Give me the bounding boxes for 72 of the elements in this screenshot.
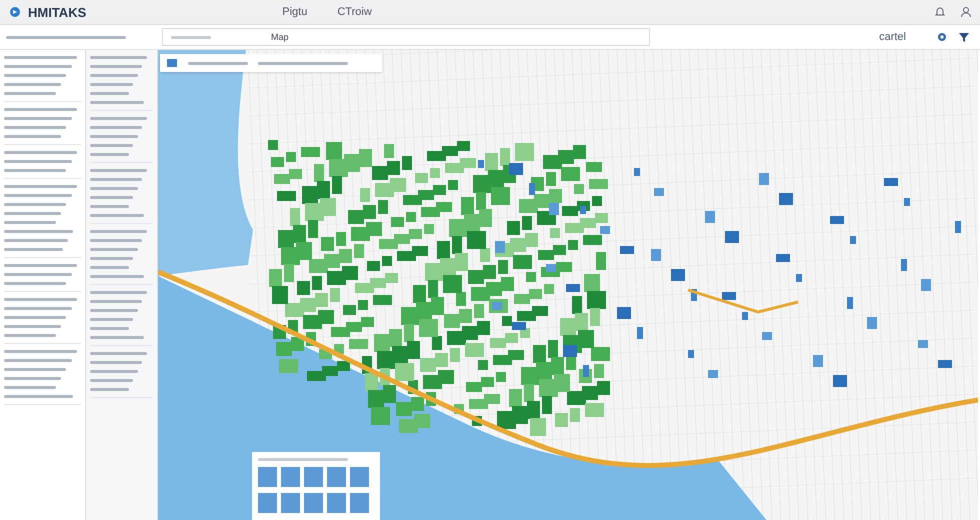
blurred-text-line: [4, 212, 61, 215]
blurred-text-line: [4, 377, 61, 380]
search-field[interactable]: Map: [162, 28, 650, 46]
blurred-text-line: [90, 135, 138, 138]
blurred-text-line: [90, 352, 147, 355]
blurred-text-line: [90, 74, 138, 77]
blurred-text-line: [90, 300, 142, 303]
blurred-text-line: [90, 291, 147, 294]
blurred-text-line: [4, 194, 72, 197]
logo-icon: [8, 5, 22, 19]
blurred-text-line: [4, 65, 72, 68]
blurred-text-line: [90, 83, 134, 86]
blurred-text-line: [4, 334, 56, 337]
blurred-text-line: [90, 169, 147, 172]
blurred-text-line: [4, 248, 63, 251]
blurred-text-line: [90, 275, 144, 278]
blurred-text-line: [90, 239, 142, 242]
blurred-text-line: [4, 395, 74, 398]
blurred-text-line: [4, 160, 72, 163]
blurred-text-line: [4, 386, 56, 389]
user-icon[interactable]: [960, 6, 972, 18]
blurred-text-line: [90, 361, 142, 364]
account-name[interactable]: cartel: [879, 31, 906, 43]
blurred-text-line: [4, 126, 66, 129]
blurred-text-line: [90, 318, 134, 321]
blurred-text-line: [4, 169, 66, 172]
blurred-text-line: [90, 117, 147, 120]
blurred-text-line: [4, 239, 68, 242]
bell-icon[interactable]: [934, 6, 946, 18]
blurred-text-line: [90, 336, 144, 339]
nav-link[interactable]: CTroiw: [337, 6, 372, 18]
blurred-text-line: [90, 257, 134, 260]
blurred-text-line: [4, 325, 61, 328]
blurred-text-line: [90, 388, 130, 391]
blurred-text-line: [4, 135, 61, 138]
blurred-text-line: [4, 368, 66, 371]
blurred-text-line: [4, 74, 66, 77]
blurred-text-line: [90, 126, 142, 129]
blurred-text-line: [90, 205, 130, 208]
blurred-text-line: [90, 214, 144, 217]
blurred-text-line: [90, 92, 130, 95]
blurred-text-line: [4, 307, 72, 310]
blurred-text-line: [90, 101, 144, 104]
blurred-text-line: [4, 230, 74, 233]
blurred-text-line: [90, 230, 147, 233]
blurred-text-line: [90, 153, 130, 156]
blurred-text-line: [90, 248, 138, 251]
blurred-text-line: [4, 273, 72, 276]
blurred-text-line: [90, 379, 134, 382]
blurred-text-line: [4, 359, 72, 362]
blurred-text-line: [90, 196, 134, 199]
app-name: HMITAKS: [28, 4, 86, 20]
blurred-text-line: [4, 92, 56, 95]
blurred-text-line: [90, 266, 130, 269]
map-drawing[interactable]: [158, 50, 978, 520]
blurred-text-line: [4, 203, 66, 206]
blurred-text-line: [90, 144, 134, 147]
blurred-text-line: [90, 56, 147, 59]
blurred-text-line: [90, 309, 138, 312]
blurred-text-line: [4, 117, 72, 120]
nav-link[interactable]: Pigtu: [282, 6, 308, 18]
blurred-text-line: [90, 187, 138, 190]
blurred-text-line: [90, 327, 130, 330]
blurred-text-line: [90, 178, 142, 181]
blurred-text-line: [4, 316, 66, 319]
blurred-text-line: [4, 83, 61, 86]
settings-icon[interactable]: [936, 31, 948, 43]
blurred-text-line: [90, 65, 142, 68]
blurred-text-line: [90, 370, 138, 373]
blurred-text-line: [4, 282, 66, 285]
filter-icon[interactable]: [958, 31, 970, 43]
blurred-text-line: [4, 221, 56, 224]
